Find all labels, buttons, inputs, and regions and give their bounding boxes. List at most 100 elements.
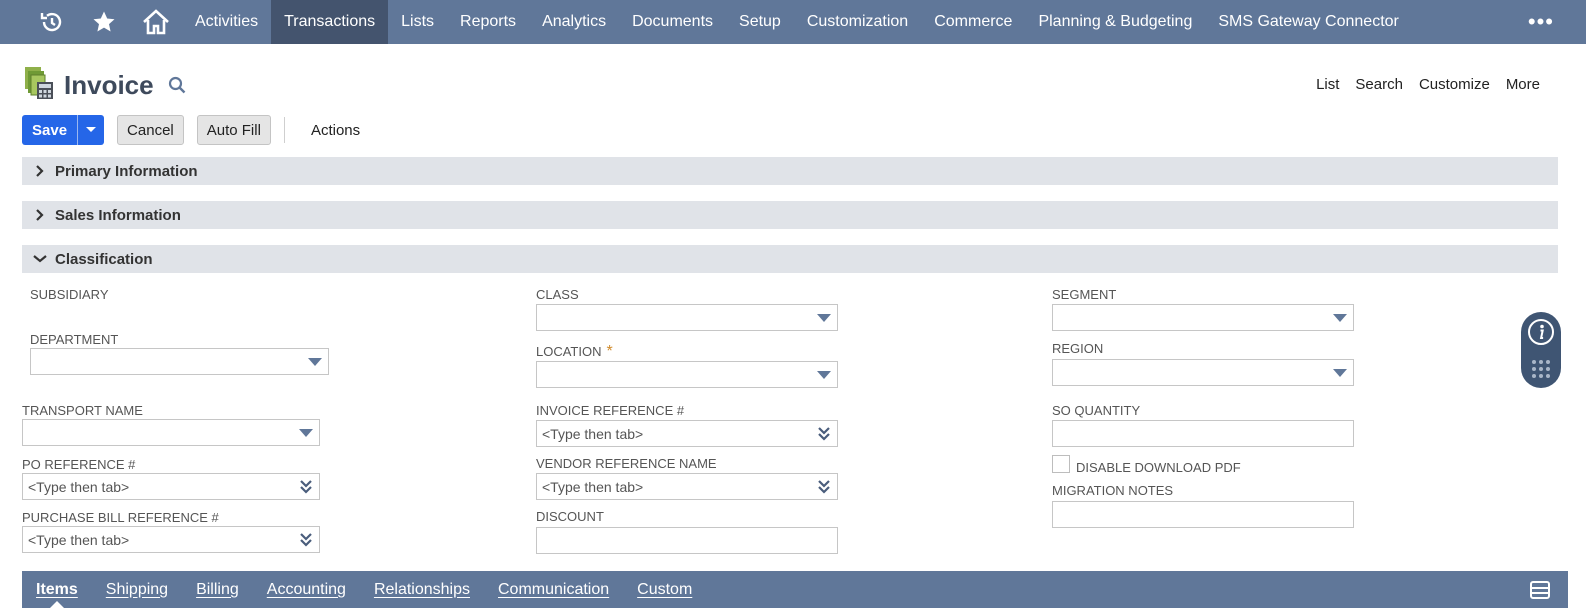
disable-download-pdf-label: DISABLE DOWNLOAD PDF xyxy=(1076,460,1241,475)
department-label: DEPARTMENT xyxy=(30,332,119,347)
nav-sms-gateway-connector[interactable]: SMS Gateway Connector xyxy=(1205,0,1412,44)
dropdown-arrow-icon xyxy=(293,428,319,437)
tab-items[interactable]: Items xyxy=(22,571,92,608)
search-link[interactable]: Search xyxy=(1355,76,1403,93)
segment-select[interactable] xyxy=(1052,304,1354,331)
class-label: CLASS xyxy=(536,287,579,302)
double-chevron-down-icon[interactable] xyxy=(293,532,319,547)
save-dropdown-button[interactable] xyxy=(77,115,105,145)
recent-icon[interactable] xyxy=(26,0,78,44)
subtab-bar: Items Shipping Billing Accounting Relati… xyxy=(22,571,1568,608)
tab-billing[interactable]: Billing xyxy=(182,571,253,608)
tab-relationships[interactable]: Relationships xyxy=(360,571,484,608)
nav-documents[interactable]: Documents xyxy=(619,0,726,44)
po-reference-label: PO REFERENCE # xyxy=(22,457,136,472)
po-reference-input[interactable]: <Type then tab> xyxy=(22,473,320,500)
tab-shipping[interactable]: Shipping xyxy=(92,571,182,608)
button-divider xyxy=(283,117,285,143)
top-nav: Activities Transactions Lists Reports An… xyxy=(0,0,1586,44)
section-classification[interactable]: Classification xyxy=(22,245,1558,273)
purchase-bill-reference-label: PURCHASE BILL REFERENCE # xyxy=(22,510,219,525)
double-chevron-down-icon[interactable] xyxy=(811,426,837,441)
so-quantity-label: SO QUANTITY xyxy=(1052,403,1141,418)
discount-input[interactable] xyxy=(536,527,838,554)
save-button-group: Save xyxy=(22,115,105,145)
section-sales-information[interactable]: Sales Information xyxy=(22,201,1558,229)
po-reference-value: <Type then tab> xyxy=(28,478,130,495)
nav-setup[interactable]: Setup xyxy=(726,0,794,44)
section-primary-information[interactable]: Primary Information xyxy=(22,157,1558,185)
department-select[interactable] xyxy=(30,348,329,375)
tab-communication[interactable]: Communication xyxy=(484,571,623,608)
nav-customization[interactable]: Customization xyxy=(794,0,921,44)
vendor-reference-name-input[interactable]: <Type then tab> xyxy=(536,473,838,500)
required-marker: * xyxy=(606,343,613,360)
star-icon[interactable] xyxy=(78,0,130,44)
search-icon[interactable] xyxy=(168,76,186,99)
migration-notes-label: MIGRATION NOTES xyxy=(1052,483,1174,498)
actions-menu[interactable]: Actions xyxy=(311,122,360,139)
transport-name-select[interactable] xyxy=(22,419,320,446)
dropdown-arrow-icon xyxy=(1327,368,1353,377)
save-button[interactable]: Save xyxy=(22,115,78,145)
section-label: Classification xyxy=(55,250,153,268)
purchase-bill-reference-value: <Type then tab> xyxy=(28,531,130,548)
double-chevron-down-icon[interactable] xyxy=(293,479,319,494)
chevron-down-icon xyxy=(25,254,55,264)
nav-more-button[interactable]: ••• xyxy=(1528,0,1554,44)
dropdown-arrow-icon xyxy=(811,313,837,322)
vendor-reference-name-label: VENDOR REFERENCE NAME xyxy=(536,456,717,471)
nav-lists[interactable]: Lists xyxy=(388,0,447,44)
invoice-reference-label: INVOICE REFERENCE # xyxy=(536,403,685,418)
so-quantity-input[interactable] xyxy=(1052,420,1354,447)
subsidiary-label: SUBSIDIARY xyxy=(30,287,109,302)
purchase-bill-reference-input[interactable]: <Type then tab> xyxy=(22,526,320,553)
chevron-right-icon xyxy=(25,165,55,177)
customize-link[interactable]: Customize xyxy=(1419,76,1490,93)
title-row: Invoice xyxy=(22,66,186,104)
tab-accounting[interactable]: Accounting xyxy=(253,571,360,608)
nav-planning-budgeting[interactable]: Planning & Budgeting xyxy=(1025,0,1205,44)
vendor-reference-name-value: <Type then tab> xyxy=(542,478,644,495)
invoice-reference-input[interactable]: <Type then tab> xyxy=(536,420,838,447)
nav-analytics[interactable]: Analytics xyxy=(529,0,619,44)
nav-reports[interactable]: Reports xyxy=(447,0,529,44)
section-label: Primary Information xyxy=(55,162,198,180)
nav-activities[interactable]: Activities xyxy=(182,0,271,44)
discount-label: DISCOUNT xyxy=(536,509,604,524)
invoice-reference-value: <Type then tab> xyxy=(542,425,644,442)
region-select[interactable] xyxy=(1052,359,1354,386)
caret-down-icon xyxy=(86,127,97,132)
list-link[interactable]: List xyxy=(1316,76,1339,93)
transport-name-label: TRANSPORT NAME xyxy=(22,403,143,418)
chevron-right-icon xyxy=(25,209,55,221)
dropdown-arrow-icon xyxy=(1327,313,1353,322)
location-label: LOCATION * xyxy=(536,343,613,361)
button-bar: Save Cancel Auto Fill Actions xyxy=(22,115,360,145)
tab-custom[interactable]: Custom xyxy=(623,571,706,608)
auto-fill-button[interactable]: Auto Fill xyxy=(196,115,271,145)
disable-download-pdf-checkbox[interactable] xyxy=(1052,455,1070,473)
drag-handle-icon[interactable] xyxy=(1531,359,1551,384)
page-title: Invoice xyxy=(64,69,154,100)
section-label: Sales Information xyxy=(55,206,181,224)
location-select[interactable] xyxy=(536,361,838,388)
invoice-icon xyxy=(22,66,54,105)
nav-commerce[interactable]: Commerce xyxy=(921,0,1025,44)
migration-notes-input[interactable] xyxy=(1052,501,1354,528)
double-chevron-down-icon[interactable] xyxy=(811,479,837,494)
region-label: REGION xyxy=(1052,341,1104,356)
home-icon[interactable] xyxy=(130,0,182,44)
page-links: List Search Customize More xyxy=(1316,76,1540,93)
nav-transactions[interactable]: Transactions xyxy=(271,0,389,44)
more-link[interactable]: More xyxy=(1506,76,1540,93)
list-view-icon[interactable] xyxy=(1530,580,1550,605)
segment-label: SEGMENT xyxy=(1052,287,1117,302)
cancel-button[interactable]: Cancel xyxy=(117,115,184,145)
dropdown-arrow-icon xyxy=(811,370,837,379)
class-select[interactable] xyxy=(536,304,838,331)
info-icon[interactable] xyxy=(1527,318,1555,351)
location-label-text: LOCATION xyxy=(536,344,602,359)
dropdown-arrow-icon xyxy=(302,357,328,366)
side-help-widget xyxy=(1521,312,1561,388)
